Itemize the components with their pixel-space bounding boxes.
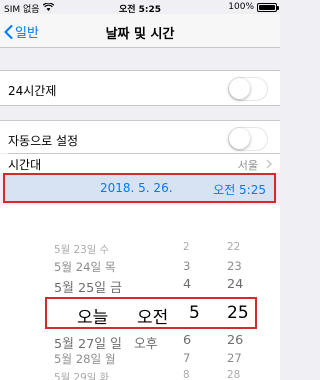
picker-date: 5월 25일 금: [54, 281, 122, 296]
timezone-label: 시간대: [8, 158, 42, 172]
picker-row[interactable]: 5월 25일 금 4 24: [0, 277, 280, 296]
picker-hour: 8: [183, 369, 190, 380]
picker-row[interactable]: 5월 28일 월 7 27: [0, 351, 280, 369]
auto-set-label: 자동으로 설정: [8, 134, 79, 148]
date-time-settings-screen: SIM 없음 오전 5:25 100% 일반 날짜 및 시간 24시간제 자동으…: [0, 0, 280, 380]
picker-minute: 27: [227, 351, 242, 365]
toggle-knob: [229, 78, 250, 99]
selected-time: 오전 5:25: [213, 183, 266, 197]
hour24-toggle[interactable]: [228, 77, 268, 101]
picker-hour: 4: [183, 277, 192, 292]
battery-icon: [257, 2, 279, 12]
picker-minute: 23: [227, 259, 242, 273]
page-title: 날짜 및 시간: [105, 27, 175, 42]
picker-date: 5월 24일 목: [54, 260, 116, 274]
status-bar: SIM 없음 오전 5:25 100%: [0, 0, 280, 15]
picker-ampm: 오후: [134, 337, 158, 352]
picker-selected-hour: 5: [189, 303, 200, 323]
picker-date: 5월 23일 수: [54, 244, 110, 256]
chevron-right-icon: [266, 159, 272, 169]
picker-row[interactable]: 5월 29일 화 8 28: [0, 369, 280, 380]
picker-row[interactable]: 5월 24일 목 3 23: [0, 259, 280, 277]
battery-percent: 100%: [228, 2, 254, 12]
picker-hour: 3: [183, 259, 191, 273]
toggle-knob: [229, 128, 250, 149]
picker-hour: 2: [183, 241, 190, 253]
battery-level: [259, 4, 275, 10]
picker-date: 5월 27일 일: [54, 337, 122, 352]
picker-selected-date: 오늘: [77, 308, 109, 328]
picker-selected-row[interactable]: 오늘 오전 5 25: [45, 297, 257, 329]
picker-selected-ampm: 오전: [137, 308, 169, 328]
picker-row[interactable]: 5월 27일 일 오후 6 26: [0, 333, 280, 352]
date-time-picker[interactable]: 5월 23일 수 2 22 5월 24일 목 3 23 5월 25일 금 4 24 5월 27일 …: [0, 205, 280, 380]
picker-date: 5월 29일 화: [54, 372, 110, 380]
picker-selected-minute: 25: [227, 303, 249, 323]
picker-row[interactable]: 5월 23일 수 2 22: [0, 241, 280, 259]
picker-minute: 24: [227, 277, 244, 292]
hour24-cell: 24시간제: [0, 70, 280, 106]
picker-hour: 7: [183, 351, 191, 365]
picker-hour: 6: [183, 333, 192, 348]
picker-minute: 26: [227, 333, 244, 348]
date-time-row[interactable]: 2018. 5. 26. 오전 5:25: [3, 173, 276, 203]
picker-minute: 28: [227, 369, 241, 380]
separator: [8, 153, 280, 154]
hour24-label: 24시간제: [8, 84, 57, 98]
timezone-cell[interactable]: 시간대 서울: [0, 154, 280, 173]
auto-set-cell: 자동으로 설정: [0, 120, 280, 153]
navigation-bar: 일반 날짜 및 시간: [0, 14, 280, 48]
timezone-value: 서울: [237, 159, 258, 172]
selected-date: 2018. 5. 26.: [100, 181, 173, 195]
picker-minute: 22: [227, 241, 241, 253]
auto-set-toggle[interactable]: [228, 127, 268, 151]
picker-date: 5월 28일 월: [54, 352, 116, 366]
